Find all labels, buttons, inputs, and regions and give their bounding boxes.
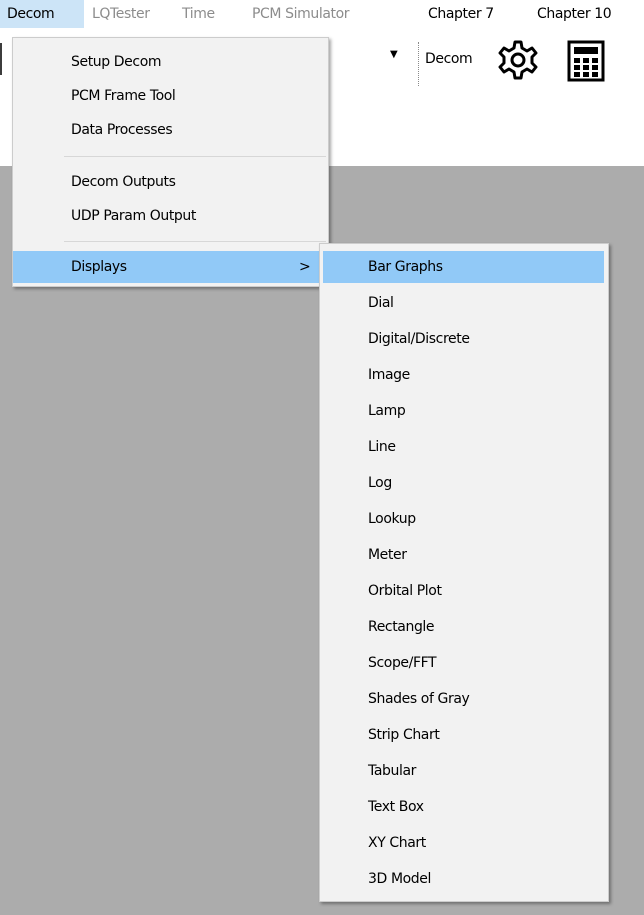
- menu-chapter-7[interactable]: Chapter 7: [428, 0, 494, 28]
- submenu-item-tabular[interactable]: Tabular: [323, 755, 604, 787]
- menu-item-decom-outputs[interactable]: Decom Outputs: [13, 166, 328, 198]
- menu-separator: [64, 241, 326, 242]
- submenu-item-shades-of-gray[interactable]: Shades of Gray: [323, 683, 604, 715]
- submenu-item-text-box[interactable]: Text Box: [323, 791, 604, 823]
- submenu-item-image[interactable]: Image: [323, 359, 604, 391]
- menu-item-pcm-frame-tool[interactable]: PCM Frame Tool: [13, 80, 328, 112]
- submenu-item-orbital-plot[interactable]: Orbital Plot: [323, 575, 604, 607]
- submenu-item-lamp[interactable]: Lamp: [323, 395, 604, 427]
- submenu-item-rectangle[interactable]: Rectangle: [323, 611, 604, 643]
- menu-time[interactable]: Time: [182, 0, 215, 28]
- dropdown-arrow-icon[interactable]: ▼: [390, 49, 398, 60]
- submenu-item-digital-discrete[interactable]: Digital/Discrete: [323, 323, 604, 355]
- decom-dropdown-menu: Setup Decom PCM Frame Tool Data Processe…: [12, 37, 329, 287]
- calculator-icon[interactable]: [567, 40, 605, 82]
- submenu-item-bar-graphs[interactable]: Bar Graphs: [323, 251, 604, 283]
- menu-item-data-processes[interactable]: Data Processes: [13, 114, 328, 146]
- menu-item-displays[interactable]: Displays >: [13, 251, 328, 283]
- menu-lqtester[interactable]: LQTester: [92, 0, 150, 28]
- menu-item-displays-label: Displays: [71, 259, 127, 275]
- submenu-item-3d-model[interactable]: 3D Model: [323, 863, 604, 895]
- submenu-item-dial[interactable]: Dial: [323, 287, 604, 319]
- submenu-item-line[interactable]: Line: [323, 431, 604, 463]
- menu-separator: [64, 156, 326, 157]
- gear-icon[interactable]: [497, 39, 539, 81]
- submenu-item-strip-chart[interactable]: Strip Chart: [323, 719, 604, 751]
- menu-chapter-10[interactable]: Chapter 10: [537, 0, 612, 28]
- submenu-item-lookup[interactable]: Lookup: [323, 503, 604, 535]
- menu-pcm-simulator[interactable]: PCM Simulator: [252, 0, 350, 28]
- menu-bar: Decom LQTester Time PCM Simulator Chapte…: [0, 0, 644, 28]
- submenu-item-meter[interactable]: Meter: [323, 539, 604, 571]
- toolbar-separator: [418, 42, 419, 86]
- decom-toolbar-button[interactable]: Decom: [425, 51, 473, 67]
- submenu-item-scope-fft[interactable]: Scope/FFT: [323, 647, 604, 679]
- submenu-arrow-icon: >: [299, 259, 311, 275]
- submenu-item-log[interactable]: Log: [323, 467, 604, 499]
- menu-item-udp-param-output[interactable]: UDP Param Output: [13, 200, 328, 232]
- displays-submenu: Bar Graphs Dial Digital/Discrete Image L…: [319, 243, 609, 902]
- menu-item-setup-decom[interactable]: Setup Decom: [13, 46, 328, 78]
- submenu-item-xy-chart[interactable]: XY Chart: [323, 827, 604, 859]
- menu-decom[interactable]: Decom: [0, 0, 84, 28]
